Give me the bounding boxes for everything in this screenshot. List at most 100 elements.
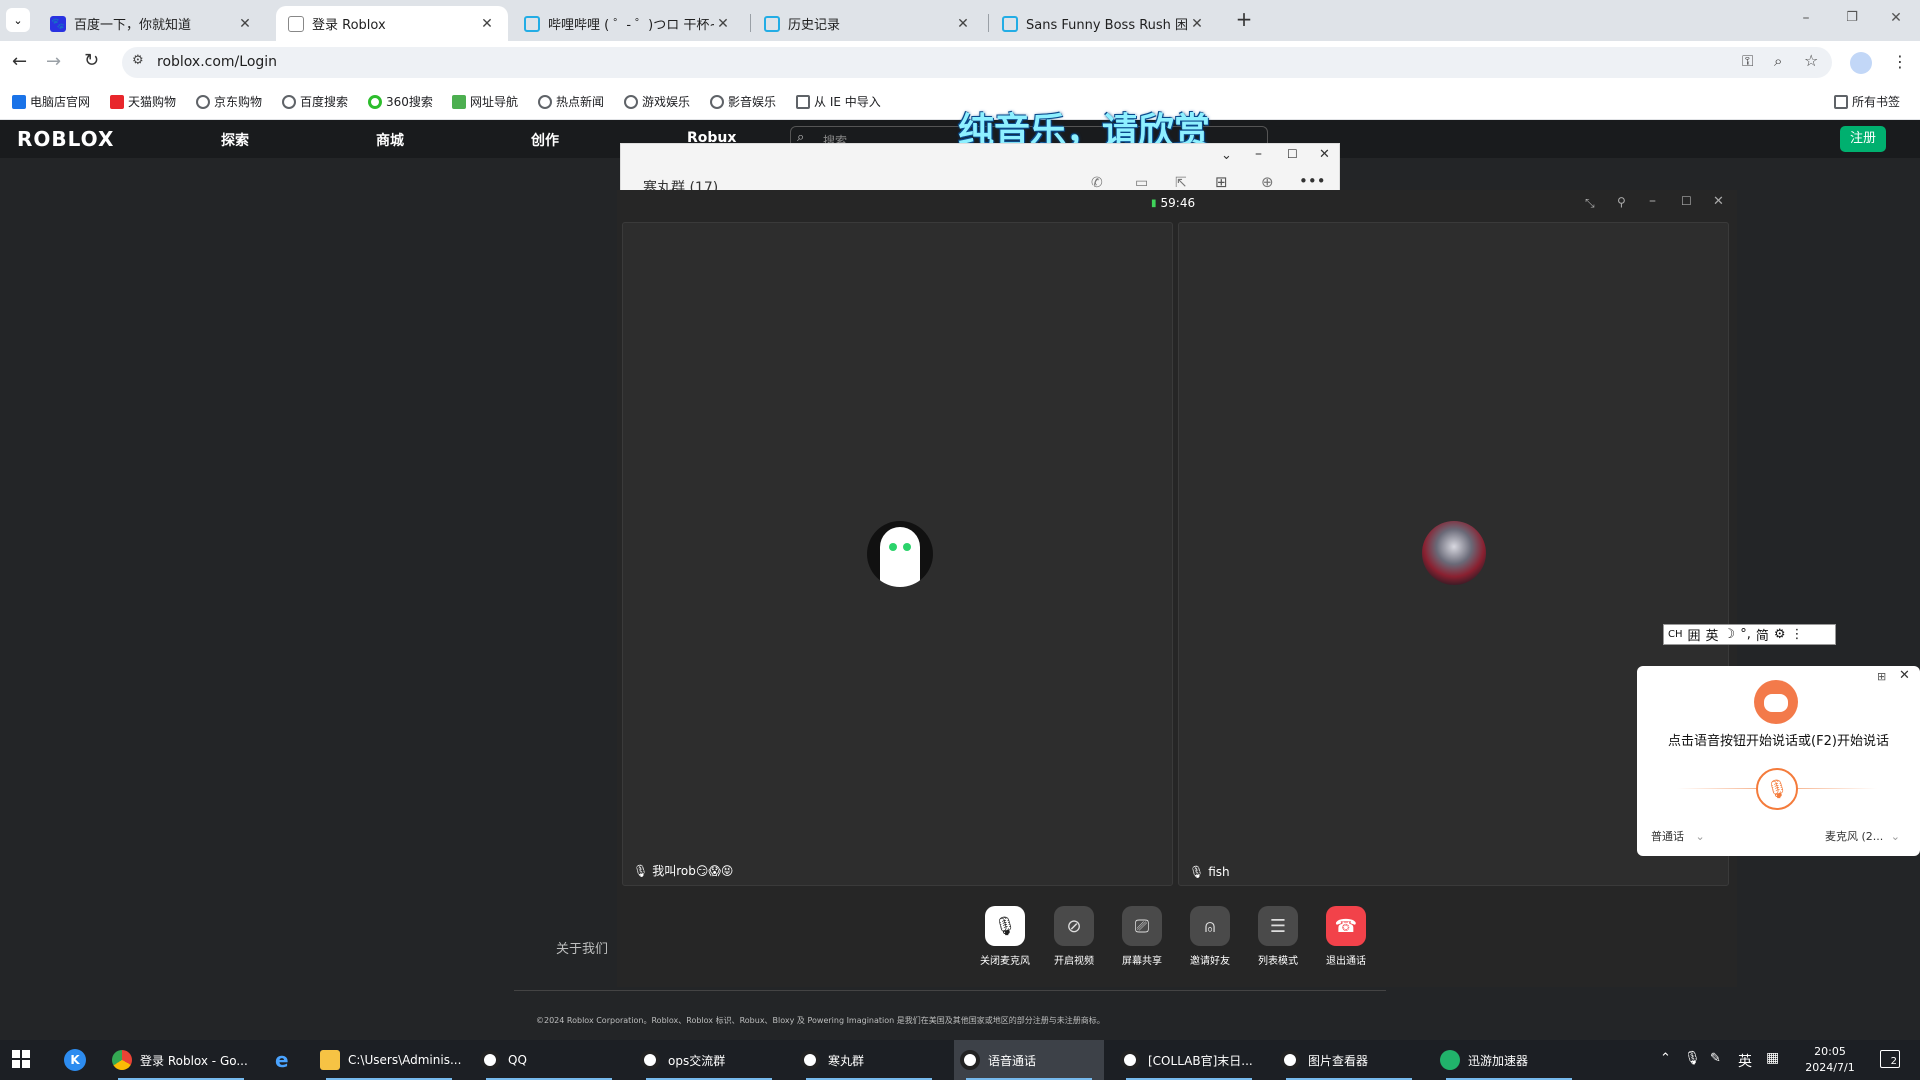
new-tab-button[interactable]: +: [1232, 8, 1256, 32]
chevron-down-icon[interactable]: ⌄: [1221, 148, 1232, 163]
close-icon[interactable]: ✕: [1319, 147, 1330, 162]
minimize-icon[interactable]: –: [1649, 193, 1656, 209]
language-select[interactable]: 普通话 ⌄: [1651, 828, 1705, 844]
notification-center-icon[interactable]: 2: [1880, 1050, 1900, 1068]
site-info-icon[interactable]: ⚙: [132, 53, 144, 68]
video-icon[interactable]: ▭: [1135, 175, 1148, 191]
restore-window-button[interactable]: ❐: [1840, 10, 1864, 30]
ime-moon-icon[interactable]: ☽: [1724, 627, 1736, 642]
input-language[interactable]: 英: [1738, 1051, 1752, 1071]
bookmark-item[interactable]: 360搜索: [368, 93, 433, 110]
mute-mic-button[interactable]: 🎙 关闭麦克风: [975, 906, 1035, 967]
about-link[interactable]: 关于我们: [556, 938, 608, 957]
bookmark-item[interactable]: 游戏娱乐: [624, 93, 690, 110]
signup-button[interactable]: 注册: [1840, 126, 1886, 152]
clock[interactable]: 20:05 2024/7/1: [1800, 1044, 1860, 1076]
bookmark-item[interactable]: 影音娱乐: [710, 93, 776, 110]
close-tab-icon[interactable]: ✕: [954, 16, 972, 32]
close-tab-icon[interactable]: ✕: [236, 16, 254, 32]
maximize-icon[interactable]: ☐: [1287, 147, 1298, 161]
address-bar[interactable]: ⚙ roblox.com/Login ⚿ ⌕ ☆: [122, 47, 1832, 78]
bookmark-item[interactable]: 天猫购物: [110, 93, 176, 110]
folder-icon: [796, 94, 810, 109]
taskbar-item-active[interactable]: 语音通话: [954, 1040, 1104, 1080]
collapse-icon[interactable]: ⤡: [1585, 196, 1595, 211]
browser-menu-icon[interactable]: ⋮: [1892, 52, 1908, 71]
taskbar-item[interactable]: [COLLAB官]末日...: [1114, 1040, 1264, 1080]
taskbar-item[interactable]: C:\Users\Adminis...: [314, 1040, 464, 1080]
hang-up-button[interactable]: ☎ 退出通话: [1316, 906, 1376, 967]
ime-more-icon[interactable]: ⋮: [1791, 627, 1804, 642]
back-arrow-icon[interactable]: ←: [12, 51, 27, 72]
participant-tile[interactable]: 🎙 我叫rob😏😱😝: [622, 222, 1173, 886]
ime-punctuation[interactable]: °,: [1740, 627, 1751, 642]
bookmark-star-icon[interactable]: ☆: [1804, 51, 1818, 70]
ime-ch[interactable]: CH: [1668, 629, 1683, 640]
bookmark-item[interactable]: 百度搜索: [282, 93, 348, 110]
voice-mic-button[interactable]: 🎙: [1756, 768, 1798, 810]
more-icon[interactable]: •••: [1299, 172, 1326, 190]
screen-share-button[interactable]: ⎚ 屏幕共享: [1112, 906, 1172, 967]
invite-friend-button[interactable]: ⍝ 邀请好友: [1180, 906, 1240, 967]
taskbar-item[interactable]: 图片查看器: [1274, 1040, 1424, 1080]
close-icon[interactable]: ✕: [1899, 668, 1910, 683]
browser-tab[interactable]: 哔哩哔哩 ( ゜- ゜)つロ 干杯~-bi ✕: [512, 6, 744, 41]
ime-grid-icon[interactable]: 囲: [1688, 625, 1701, 644]
nav-marketplace[interactable]: 商城: [376, 130, 404, 150]
start-button[interactable]: [12, 1050, 30, 1068]
ime-toolbar[interactable]: CH 囲 英 ☽ °, 简 ⚙ ⋮: [1663, 624, 1836, 645]
roblox-logo[interactable]: ROBLOX: [17, 127, 114, 151]
bookmark-folder[interactable]: 从 IE 中导入: [796, 93, 881, 110]
profile-avatar-icon[interactable]: [1850, 52, 1872, 74]
ime-settings-icon[interactable]: ⚙: [1774, 627, 1786, 642]
microphone-icon[interactable]: 🎙: [1684, 1051, 1701, 1066]
nav-create[interactable]: 创作: [531, 130, 559, 150]
close-tab-icon[interactable]: ✕: [1188, 16, 1206, 32]
ime-grid-icon[interactable]: ▦: [1766, 1050, 1779, 1066]
ime-simplified[interactable]: 简: [1756, 625, 1769, 644]
qr-icon[interactable]: ⊞: [1877, 670, 1886, 683]
close-tab-icon[interactable]: ✕: [714, 16, 732, 32]
close-window-button[interactable]: ✕: [1884, 10, 1908, 30]
mic-device-select[interactable]: 麦克风 (2... ⌄: [1825, 828, 1900, 844]
bookmark-item[interactable]: 电脑店官网: [12, 93, 90, 110]
k-app-icon[interactable]: K: [64, 1049, 86, 1071]
list-mode-button[interactable]: ☰ 列表模式: [1248, 906, 1308, 967]
taskbar-item[interactable]: 寒丸群: [794, 1040, 944, 1080]
taskbar-item[interactable]: 登录 Roblox - Go...: [106, 1040, 256, 1080]
bookmark-item[interactable]: 网址导航: [452, 93, 518, 110]
bookmark-item[interactable]: 热点新闻: [538, 93, 604, 110]
browser-tab[interactable]: 🐾 百度一下，你就知道 ✕: [38, 6, 266, 41]
browser-tab[interactable]: 历史记录 ✕: [752, 6, 984, 41]
tray-chevron-up-icon[interactable]: ⌃: [1660, 1051, 1671, 1066]
pen-icon[interactable]: ✎: [1710, 1051, 1721, 1066]
phone-icon[interactable]: ✆: [1091, 175, 1103, 191]
password-key-icon[interactable]: ⚿: [1742, 52, 1753, 70]
tab-search-button[interactable]: ⌄: [6, 8, 30, 32]
ie-icon[interactable]: e: [275, 1049, 297, 1071]
bookmark-item[interactable]: 京东购物: [196, 93, 262, 110]
all-bookmarks-folder[interactable]: 所有书签: [1834, 93, 1900, 110]
close-tab-icon[interactable]: ✕: [478, 16, 496, 32]
minimize-window-button[interactable]: –: [1794, 10, 1818, 30]
taskbar-item[interactable]: 迅游加速器: [1434, 1040, 1584, 1080]
forward-arrow-icon[interactable]: →: [46, 51, 61, 72]
ime-english[interactable]: 英: [1706, 625, 1719, 644]
apps-icon[interactable]: ⊞: [1215, 173, 1228, 191]
pin-icon[interactable]: ⚲: [1617, 195, 1626, 209]
zoom-icon[interactable]: ⌕: [1774, 52, 1782, 70]
maximize-icon[interactable]: ☐: [1681, 194, 1692, 208]
reload-icon[interactable]: ↻: [84, 50, 99, 71]
browser-tab[interactable]: Sans Funny Boss Rush 困难 ✕: [990, 6, 1218, 41]
browser-tab-active[interactable]: 登录 Roblox ✕: [276, 6, 508, 41]
bilibili-icon: [1002, 15, 1018, 32]
toggle-video-button[interactable]: ⊘ 开启视频: [1044, 906, 1104, 967]
add-member-icon[interactable]: ⊕: [1261, 173, 1274, 191]
close-icon[interactable]: ✕: [1713, 194, 1724, 209]
share-icon[interactable]: ⇱: [1175, 175, 1187, 191]
video-off-icon: ⊘: [1054, 906, 1094, 946]
taskbar-item[interactable]: ops交流群: [634, 1040, 784, 1080]
minimize-icon[interactable]: –: [1255, 146, 1262, 162]
nav-explore[interactable]: 探索: [221, 130, 249, 150]
taskbar-item[interactable]: QQ: [474, 1040, 624, 1080]
